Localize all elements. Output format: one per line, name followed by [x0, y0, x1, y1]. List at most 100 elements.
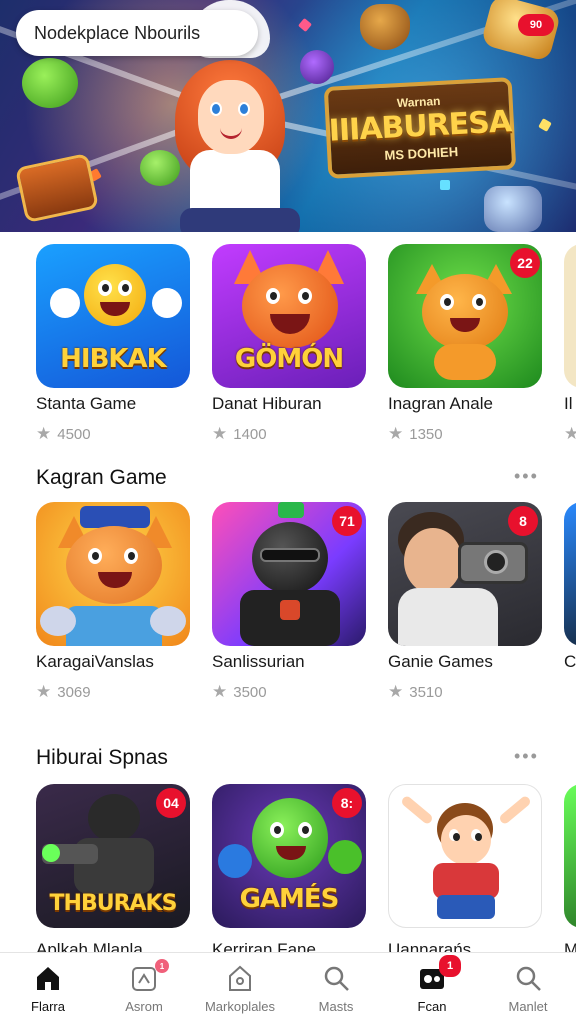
game-thumbnail: [564, 502, 576, 646]
game-name: Danat Hiburan: [212, 394, 322, 413]
nav-label: Flarra: [31, 999, 65, 1014]
star-icon: ★: [212, 424, 228, 443]
game-name: Aplkah Mlanla: [36, 940, 143, 952]
section-title: Hiburai Spnas: [36, 746, 168, 769]
game-card[interactable]: C: [564, 502, 576, 712]
rating-value: 1400: [233, 425, 267, 443]
search-bar[interactable]: Nodekplace Nbourils: [16, 10, 258, 56]
game-art-title: THBURAKS: [49, 891, 178, 916]
game-card[interactable]: 22 Inagran Anale ★ 1350: [388, 244, 544, 454]
nav-item-fcan[interactable]: 1 Fcan: [384, 953, 480, 1024]
section-title: Kagran Game: [36, 466, 167, 489]
store-icon: [225, 963, 255, 993]
nav-item-search[interactable]: Masts: [288, 953, 384, 1024]
star-icon: ★: [564, 424, 576, 443]
game-row: KaragaiVanslas ★ 3069 71 Sanlissurian ★ …: [0, 502, 576, 712]
game-row: THBURAKS 04 Aplkah Mlanla GAMÉS 8: Kerri…: [0, 784, 576, 952]
game-card[interactable]: HIBKAK Stanta Game ★ 4500: [36, 244, 192, 454]
game-thumbnail: GÖMÓN: [212, 244, 366, 388]
game-rating: ★ 3500: [212, 682, 267, 702]
nav-label: Markoplales: [204, 999, 276, 1014]
notification-badge: 22: [510, 248, 540, 278]
notification-badge: 71: [332, 506, 362, 536]
nav-label: Manlet: [508, 999, 548, 1014]
more-options-icon[interactable]: •••: [514, 746, 539, 767]
bottom-navigation: Flarra 1 Asrom Markoplales Masts 1 Fcan …: [0, 952, 576, 1024]
game-icon: 1: [129, 959, 169, 993]
hero-mascot-illustration: [140, 50, 334, 232]
game-art-title: GAMÉS: [239, 884, 340, 914]
game-thumbnail: [564, 244, 576, 388]
nav-item-marketplace[interactable]: Markoplales: [192, 953, 288, 1024]
green-monster-icon: [22, 58, 78, 108]
nav-label: Asrom: [125, 999, 163, 1014]
nav-badge: 1: [439, 955, 461, 977]
nav-item-home[interactable]: Flarra: [0, 953, 96, 1024]
game-name: C: [564, 652, 576, 671]
star-icon: ★: [36, 424, 52, 443]
search-icon: [321, 963, 351, 993]
treasure-chest-icon: [14, 152, 100, 224]
rating-value: 3500: [233, 683, 267, 701]
heart-icon: [360, 4, 410, 50]
confetti: [538, 118, 552, 132]
hero-logo: Warnan IIIABURESA MS DOHIEH: [323, 77, 517, 179]
gem-icon: [484, 186, 542, 232]
game-name: Il: [564, 394, 573, 413]
game-name: Stanta Game: [36, 394, 137, 413]
game-rating: ★ 1400: [212, 424, 267, 444]
game-rating: ★ 3069: [36, 682, 91, 702]
game-rating: ★ 1350: [388, 424, 443, 444]
game-card[interactable]: KaragaiVanslas ★ 3069: [36, 502, 192, 712]
purple-ball: [300, 50, 334, 84]
game-thumbnail: [388, 784, 542, 928]
star-icon: ★: [36, 682, 52, 701]
game-card[interactable]: 71 Sanlissurian ★ 3500: [212, 502, 368, 712]
game-name: M: [564, 940, 576, 952]
green-monster-toy: [140, 150, 180, 186]
game-rating: ★: [564, 424, 576, 444]
game-card[interactable]: GAMÉS 8: Kerriran Fane: [212, 784, 368, 952]
nav-item-market[interactable]: Manlet: [480, 953, 576, 1024]
rating-value: 4500: [57, 425, 91, 443]
nav-label: Masts: [318, 999, 354, 1014]
game-name: KaragaiVanslas: [36, 652, 154, 671]
star-icon: ★: [388, 424, 404, 443]
game-thumbnail: [564, 784, 576, 928]
game-card[interactable]: Il ★: [564, 244, 576, 454]
games-tile-icon: 1: [417, 955, 461, 993]
search-icon: [513, 963, 543, 993]
more-options-icon[interactable]: •••: [514, 466, 539, 487]
confetti: [440, 180, 450, 190]
nav-item-games[interactable]: 1 Asrom: [96, 953, 192, 1024]
logo-title: IIIABURESA: [327, 104, 512, 149]
game-art-title: HIBKAK: [60, 344, 167, 374]
game-rating: ★ 4500: [36, 424, 91, 444]
nav-badge: 1: [155, 959, 169, 973]
game-name: Uannarańs: [388, 940, 472, 952]
hero-banner[interactable]: Warnan IIIABURESA MS DOHIEH Nodekplace N…: [0, 0, 576, 232]
game-name: Kerriran Fane: [212, 940, 316, 952]
logo-subtitle: MS DOHIEH: [384, 144, 459, 163]
featured-row: HIBKAK Stanta Game ★ 4500 GÖMÓN Danat Hi…: [0, 244, 576, 454]
game-name: Sanlissurian: [212, 652, 305, 671]
nav-label: Fcan: [417, 999, 447, 1014]
home-icon: [33, 963, 63, 993]
rating-value: 3069: [57, 683, 91, 701]
star-icon: ★: [388, 682, 404, 701]
game-rating: ★ 3510: [388, 682, 443, 702]
search-text: Nodekplace Nbourils: [34, 22, 201, 43]
game-card[interactable]: GÖMÓN Danat Hiburan ★ 1400: [212, 244, 368, 454]
game-name: Inagran Anale: [388, 394, 493, 413]
game-card[interactable]: M: [564, 784, 576, 952]
hero-badge[interactable]: 90: [518, 14, 554, 36]
game-card[interactable]: 8 Ganie Games ★ 3510: [388, 502, 544, 712]
game-card[interactable]: THBURAKS 04 Aplkah Mlanla: [36, 784, 192, 952]
game-thumbnail: HIBKAK: [36, 244, 190, 388]
notification-badge: 04: [156, 788, 186, 818]
game-thumbnail: [36, 502, 190, 646]
game-card[interactable]: Uannarańs: [388, 784, 544, 952]
notification-badge: 8:: [332, 788, 362, 818]
game-name: Ganie Games: [388, 652, 493, 671]
notification-badge: 8: [508, 506, 538, 536]
